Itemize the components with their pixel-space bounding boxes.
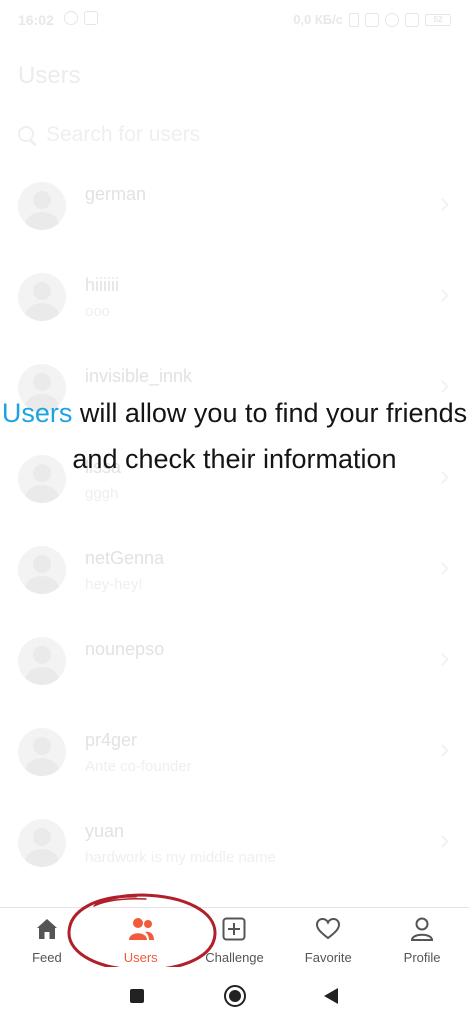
user-name: invisible_innk (85, 366, 193, 386)
signal-icon (405, 12, 419, 27)
search-icon (16, 124, 38, 146)
tab-label: Challenge (205, 950, 264, 965)
user-status: hardwork is my middle name (85, 849, 276, 866)
users-icon (128, 918, 154, 940)
tab-feed[interactable]: Feed (0, 908, 94, 968)
list-item[interactable]: hiiiiii ooo (0, 251, 469, 342)
tab-challenge[interactable]: Challenge (188, 908, 282, 968)
network-speed: 0,0 КБ/с (293, 12, 343, 27)
list-item[interactable]: nounepso (0, 615, 469, 706)
user-name: pr4ger (85, 730, 138, 750)
avatar (18, 273, 66, 321)
chevron-right-icon (436, 562, 449, 575)
bottom-tab-bar: Feed Users Challenge Favorite Profile (0, 907, 469, 968)
onboarding-text: will allow you to find your friends and … (72, 398, 468, 474)
tab-favorite[interactable]: Favorite (281, 908, 375, 968)
laptop-icon (84, 11, 98, 25)
user-name: nounepso (85, 639, 165, 659)
user-name: german (85, 184, 147, 204)
user-name: netGenna (85, 548, 165, 568)
back-icon[interactable] (324, 988, 338, 1004)
tab-profile[interactable]: Profile (375, 908, 469, 968)
page-title: Users (18, 62, 81, 89)
user-name: hiiiiii (85, 275, 120, 295)
list-item[interactable]: netGenna hey-hey! (0, 524, 469, 615)
avatar (18, 728, 66, 776)
notification-icons (64, 11, 98, 25)
tab-label: Favorite (304, 950, 352, 965)
user-status: hey-hey! (85, 576, 143, 593)
chevron-right-icon (436, 289, 449, 302)
search-input[interactable] (46, 123, 426, 147)
chevron-right-icon (436, 198, 449, 211)
avatar (18, 637, 66, 685)
status-time: 16:02 (18, 12, 54, 28)
battery-icon: 52 (425, 13, 451, 26)
user-status: Ante co-founder (85, 758, 192, 775)
list-item[interactable]: yuan hardwork is my middle name (0, 797, 469, 888)
system-nav-bar (0, 967, 469, 1024)
status-bar: 16:02 0,0 КБ/с 52 (0, 0, 469, 40)
home-button-icon[interactable] (224, 985, 246, 1007)
recents-icon[interactable] (130, 989, 144, 1003)
alarm-icon (385, 12, 399, 27)
tab-label: Users (123, 950, 158, 965)
person-icon (411, 917, 434, 941)
user-list: german hiiiiii ooo invisible_innk lissa … (0, 160, 469, 888)
plus-square-icon (222, 917, 246, 941)
heart-icon (316, 917, 341, 940)
whatsapp-icon (64, 11, 78, 25)
tab-label: Feed (32, 950, 62, 965)
avatar (18, 546, 66, 594)
mute-icon (365, 12, 379, 27)
chevron-right-icon (436, 835, 449, 848)
avatar (18, 182, 66, 230)
chevron-right-icon (436, 653, 449, 666)
status-right: 0,0 КБ/с 52 (293, 12, 451, 27)
chevron-right-icon (436, 744, 449, 757)
bluetooth-icon (349, 12, 359, 27)
onboarding-message: Users will allow you to find your friend… (0, 390, 469, 482)
user-name: yuan (85, 821, 125, 841)
list-item[interactable]: pr4ger Ante co-founder (0, 706, 469, 797)
onboarding-highlight: Users (1, 398, 73, 428)
tab-label: Profile (403, 950, 441, 965)
user-status: gggh (85, 485, 119, 502)
user-status: ooo (85, 303, 111, 320)
tab-users[interactable]: Users (94, 908, 188, 968)
home-icon (36, 919, 57, 939)
list-item[interactable]: german (0, 160, 469, 251)
search-bar[interactable] (16, 118, 453, 152)
avatar (18, 819, 66, 867)
